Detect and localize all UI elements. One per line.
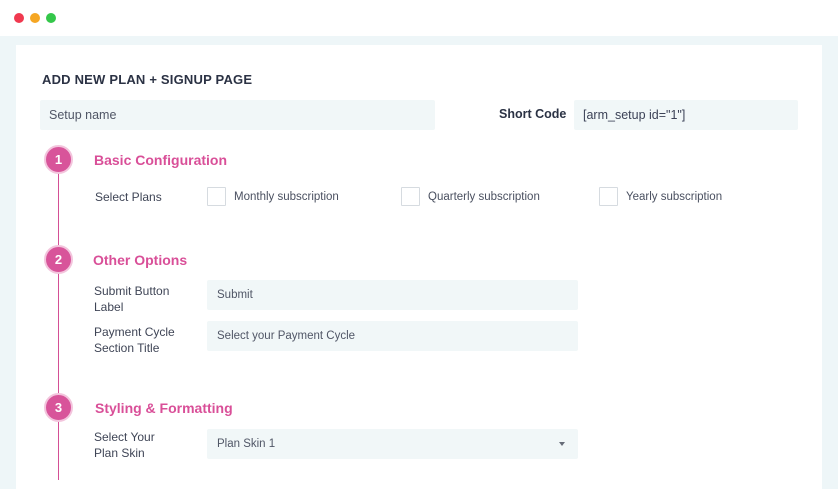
submit-button-value: Submit bbox=[217, 289, 253, 301]
shortcode-field[interactable]: [arm_setup id="1"] bbox=[574, 100, 798, 130]
step-1-badge: 1 bbox=[44, 145, 73, 174]
submit-button-input[interactable]: Submit bbox=[207, 280, 578, 310]
payment-cycle-label: Payment Cycle Section Title bbox=[94, 324, 175, 356]
page-title: ADD NEW PLAN + SIGNUP PAGE bbox=[42, 72, 253, 87]
yearly-checkbox[interactable] bbox=[599, 187, 618, 206]
quarterly-checkbox[interactable] bbox=[401, 187, 420, 206]
maximize-window-icon[interactable] bbox=[46, 13, 56, 23]
step-2-badge: 2 bbox=[44, 245, 73, 274]
payment-cycle-input[interactable]: Select your Payment Cycle bbox=[207, 321, 578, 351]
plan-skin-label: Select Your Plan Skin bbox=[94, 429, 155, 461]
setup-name-placeholder: Setup name bbox=[49, 108, 117, 122]
select-plans-label: Select Plans bbox=[95, 190, 162, 204]
plan-option-yearly[interactable]: Yearly subscription bbox=[599, 187, 722, 206]
close-window-icon[interactable] bbox=[14, 13, 24, 23]
caret-down-icon[interactable] bbox=[559, 442, 565, 446]
step-3-title: Styling & Formatting bbox=[95, 400, 233, 416]
plan-option-quarterly[interactable]: Quarterly subscription bbox=[401, 187, 540, 206]
plan-skin-select[interactable]: Plan Skin 1 bbox=[207, 429, 578, 459]
plan-skin-selected-value: Plan Skin 1 bbox=[217, 438, 276, 450]
monthly-checkbox[interactable] bbox=[207, 187, 226, 206]
yearly-label[interactable]: Yearly subscription bbox=[626, 191, 722, 203]
step-3-badge: 3 bbox=[44, 393, 73, 422]
setup-name-input[interactable]: Setup name bbox=[40, 100, 435, 130]
steps-timeline bbox=[58, 172, 59, 480]
plan-skin-label-line2: Plan Skin bbox=[94, 446, 145, 460]
shortcode-label: Short Code bbox=[499, 107, 567, 121]
window-controls bbox=[14, 13, 56, 23]
step-1-title: Basic Configuration bbox=[94, 152, 228, 168]
submit-button-label-line2: Label bbox=[94, 300, 124, 314]
submit-button-label-line1: Submit Button bbox=[94, 284, 170, 298]
step-2-title: Other Options bbox=[93, 252, 188, 268]
minimize-window-icon[interactable] bbox=[30, 13, 40, 23]
monthly-label[interactable]: Monthly subscription bbox=[234, 191, 339, 203]
payment-cycle-label-line1: Payment Cycle bbox=[94, 325, 175, 339]
quarterly-label[interactable]: Quarterly subscription bbox=[428, 191, 540, 203]
plan-option-monthly[interactable]: Monthly subscription bbox=[207, 187, 339, 206]
payment-cycle-label-line2: Section Title bbox=[94, 341, 160, 355]
plan-skin-label-line1: Select Your bbox=[94, 430, 155, 444]
payment-cycle-placeholder: Select your Payment Cycle bbox=[217, 330, 356, 342]
submit-button-label: Submit Button Label bbox=[94, 283, 169, 315]
shortcode-value: [arm_setup id="1"] bbox=[583, 108, 686, 122]
